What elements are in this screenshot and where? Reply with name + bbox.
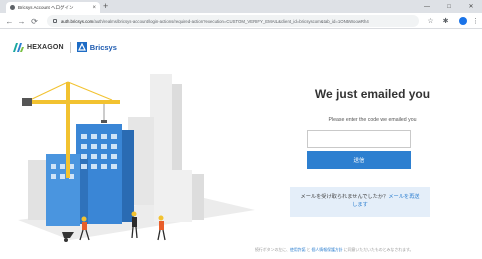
lock-icon: [53, 19, 57, 23]
menu-icon[interactable]: ⋮: [470, 14, 481, 28]
url-path: /auth/realms/bricsys-account/login-actio…: [93, 18, 369, 24]
tab-title: Bricsys Account へログイン: [18, 4, 74, 10]
star-icon[interactable]: ☆: [425, 14, 436, 28]
grey-block-front-side: [192, 174, 204, 220]
footer-text-start: 続行ボタンの左に、: [255, 247, 290, 252]
reload-icon[interactable]: ⟳: [29, 14, 40, 28]
hexagon-logo-icon: [13, 42, 24, 52]
instruction-text: Please enter the code we emailed you: [328, 117, 417, 123]
url-host: auth.bricsys.com: [61, 18, 94, 24]
address-bar[interactable]: auth.bricsys.com/auth/realms/bricsys-acc…: [47, 15, 419, 27]
close-window-button[interactable]: ✕: [462, 0, 480, 13]
grey-tower-left: [28, 160, 48, 220]
minimize-button[interactable]: —: [418, 0, 436, 13]
resend-notice-text: メールを受け取られませんでしたか？: [300, 194, 389, 201]
bricsys-wordmark: Bricsys: [89, 42, 117, 52]
bricsys-logo-icon: [76, 42, 87, 52]
brand-bar: HEXAGON Bricsys: [13, 40, 117, 54]
tab-bar: Bricsys Account へログイン × + — □ ✕: [0, 0, 482, 13]
construction-illustration: [18, 74, 255, 242]
grey-block-front: [154, 170, 192, 222]
browser-toolbar: ← → ⟳ auth.bricsys.com/auth/realms/brics…: [0, 13, 482, 29]
footer-text-end: に同意いただいたものとみなされます。: [342, 247, 414, 252]
brand-divider: [69, 41, 71, 53]
page-title: We just emailed you: [314, 87, 431, 101]
extension-icon[interactable]: ✱: [440, 14, 451, 28]
legal-footer: 続行ボタンの左に、使用許諾 と 個人情報保護方針 に同意いただいたものとみなされ…: [255, 247, 469, 253]
close-tab-icon[interactable]: ×: [92, 5, 96, 11]
new-tab-button[interactable]: +: [103, 1, 108, 12]
profile-avatar[interactable]: [459, 17, 467, 25]
forward-icon[interactable]: →: [16, 14, 27, 28]
terms-link[interactable]: 使用許諾: [290, 247, 306, 252]
favicon-icon: [10, 5, 15, 10]
resend-notice: メールを受け取られませんでしたか？メールを再送します: [290, 187, 430, 217]
send-button[interactable]: 送信: [307, 151, 411, 169]
back-icon[interactable]: ←: [4, 14, 15, 28]
hexagon-wordmark: HEXAGON: [27, 43, 64, 51]
privacy-link[interactable]: 個人情報保護方針: [312, 247, 343, 252]
browser-tab[interactable]: Bricsys Account へログイン ×: [6, 2, 100, 13]
verification-code-input[interactable]: [307, 130, 411, 148]
blue-building-main-side: [122, 130, 134, 222]
maximize-button[interactable]: □: [440, 0, 458, 13]
